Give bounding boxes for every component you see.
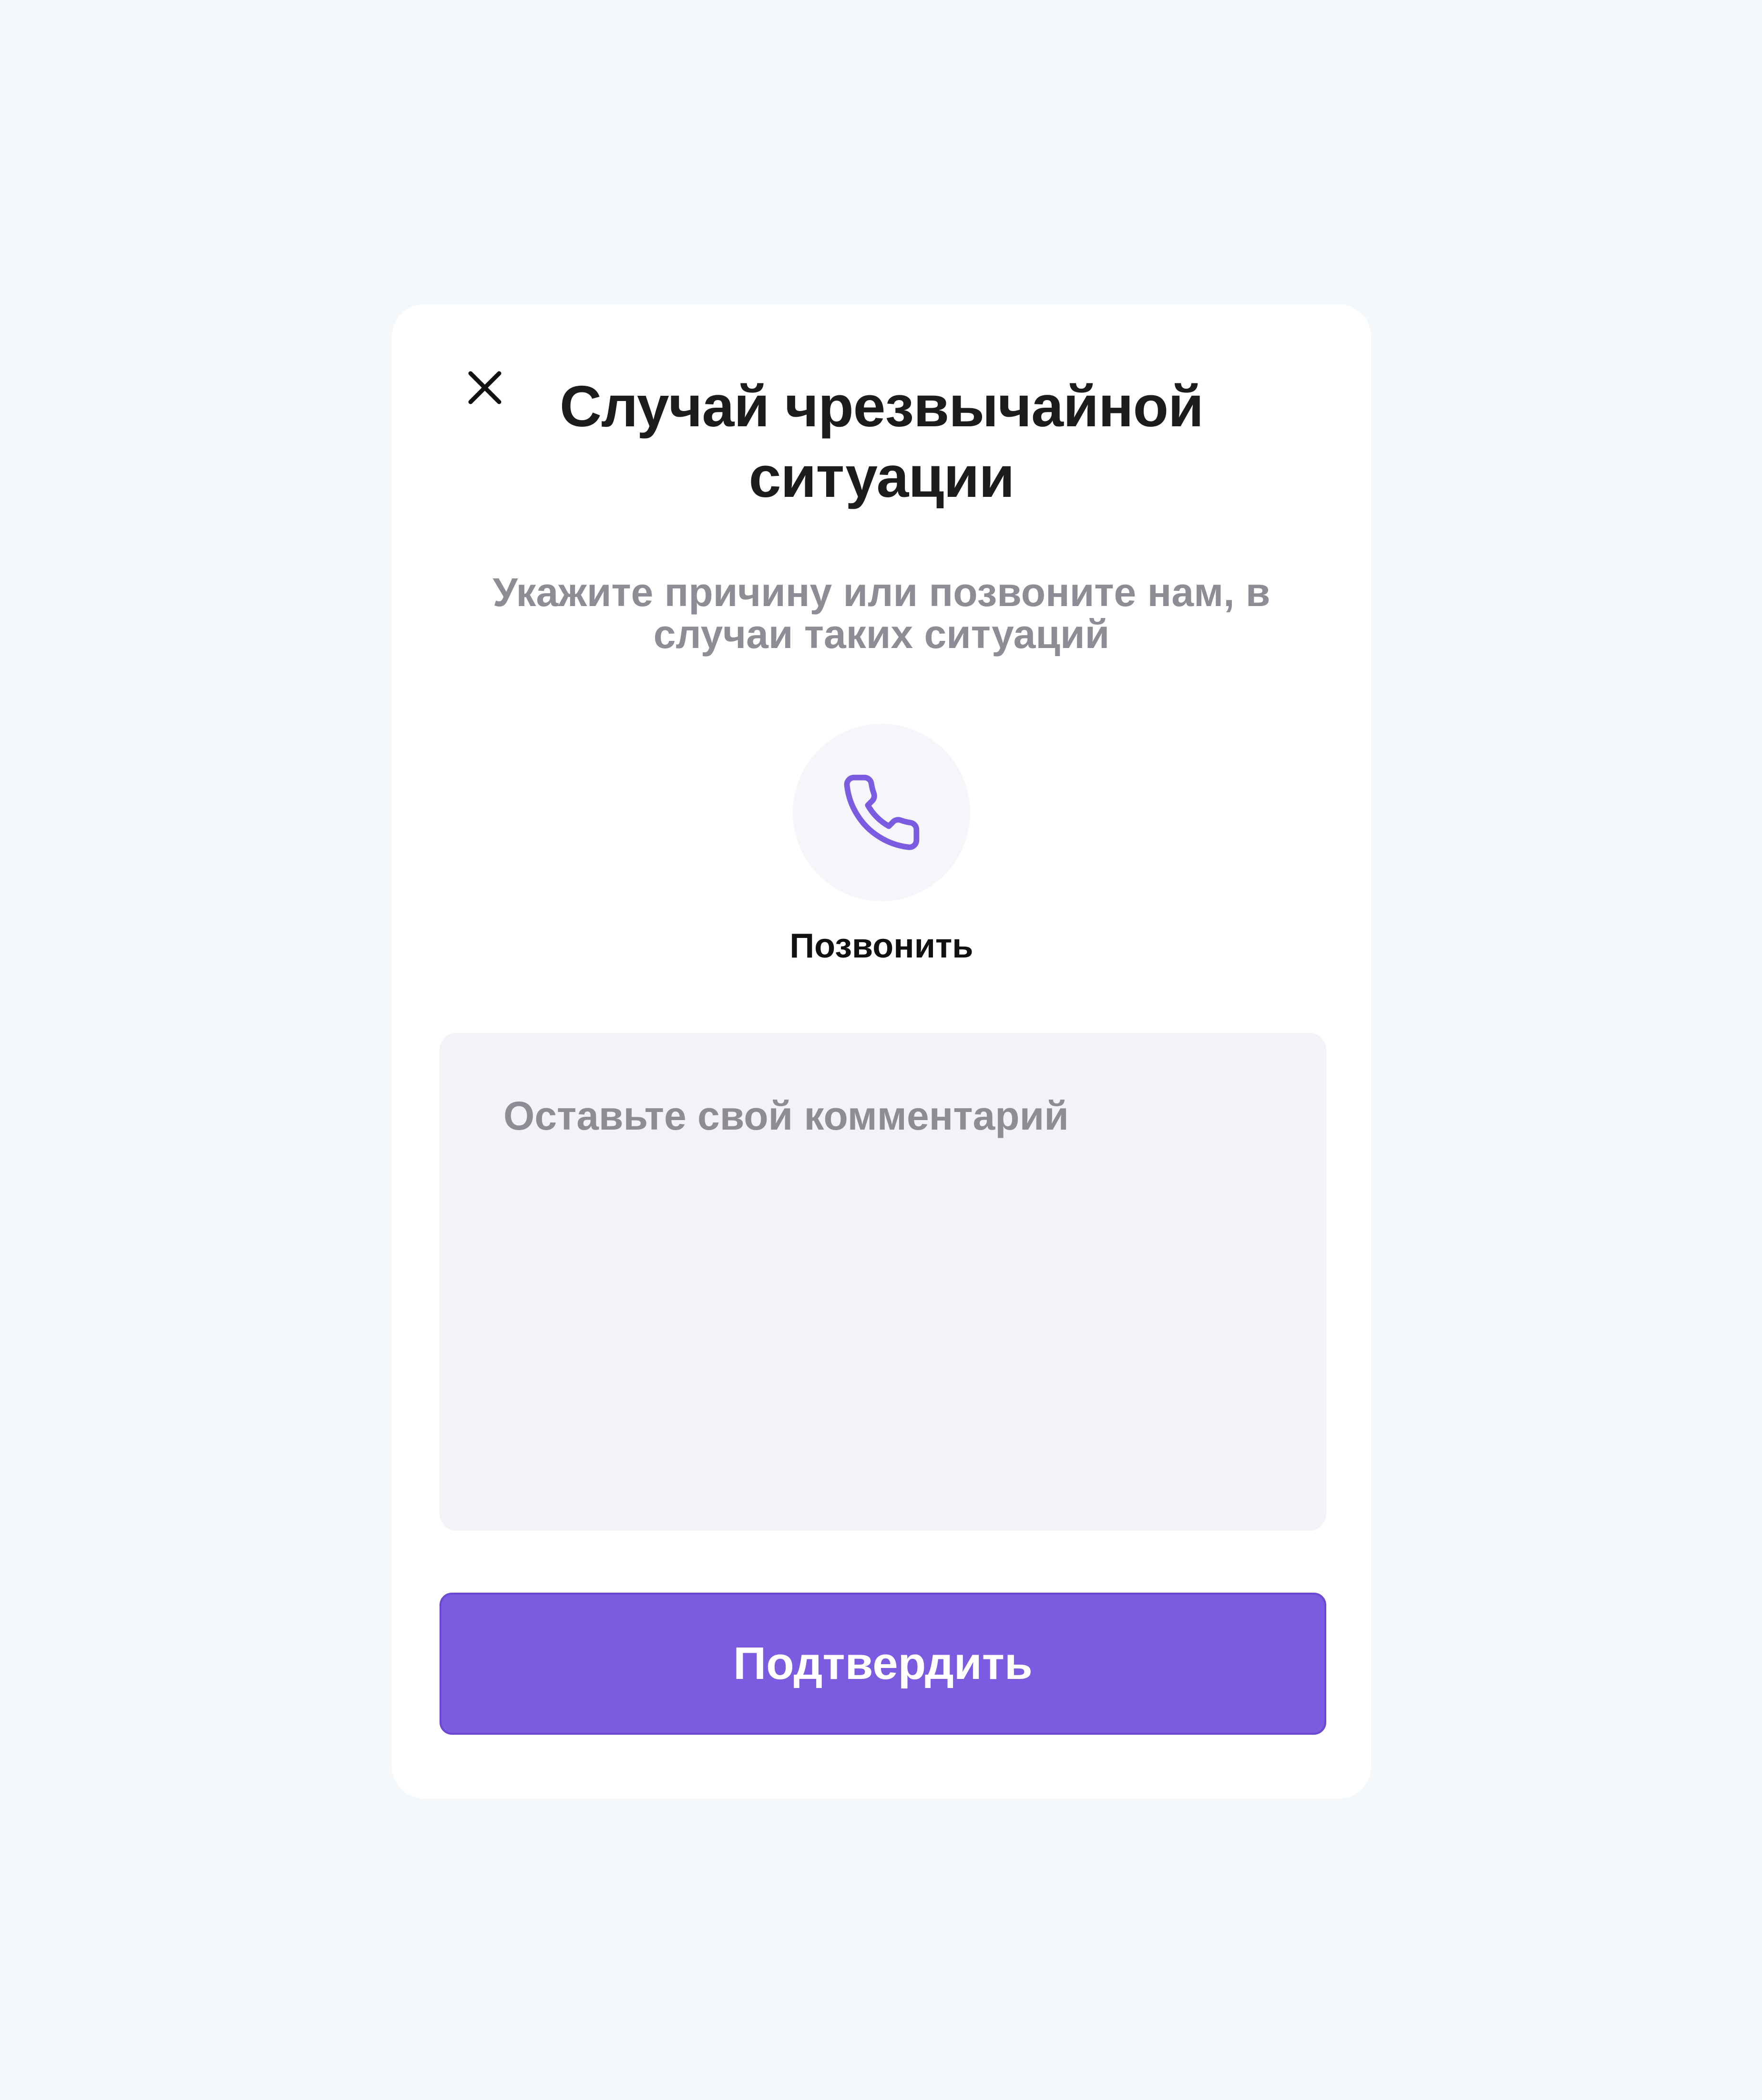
call-action: Позвонить (392, 724, 1371, 966)
modal-title: Случай чрезвычайной ситуации (559, 374, 1204, 509)
confirm-button[interactable]: Подтвердить (440, 1593, 1326, 1735)
phone-icon (844, 774, 920, 850)
call-label[interactable]: Позвонить (789, 926, 973, 966)
emergency-modal: Случай чрезвычайной ситуации Укажите при… (392, 304, 1371, 1799)
call-button[interactable] (793, 724, 970, 901)
close-button[interactable] (454, 357, 516, 419)
comment-input[interactable] (440, 1033, 1326, 1531)
close-icon (468, 371, 502, 404)
modal-subtitle: Укажите причину или позвоните нам, в слу… (492, 570, 1270, 657)
